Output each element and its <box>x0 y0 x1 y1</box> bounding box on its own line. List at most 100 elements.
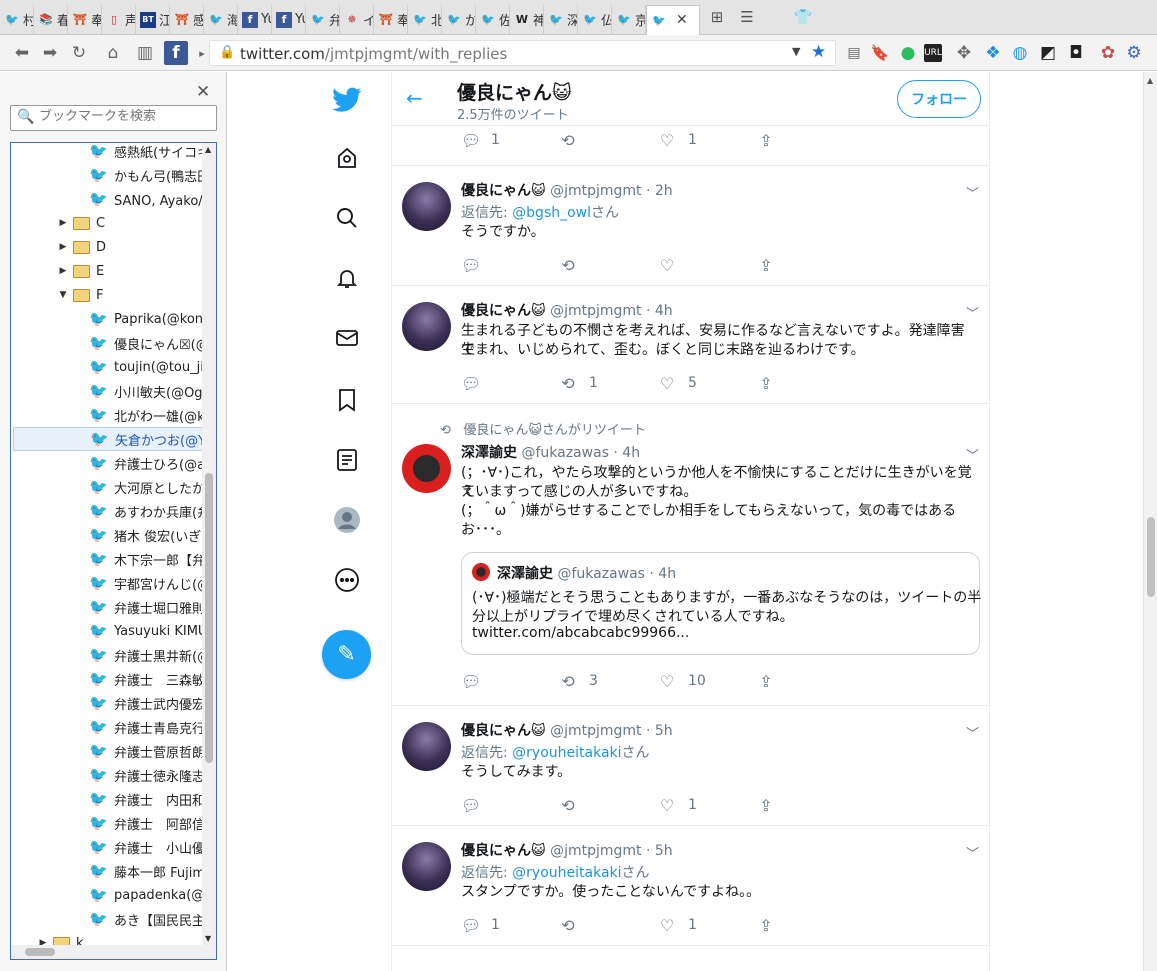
sidebar-vertical-scrollbar[interactable]: ▲ ▼ <box>202 143 216 959</box>
compose-tweet-button[interactable]: ✎ <box>322 630 371 679</box>
reply-button[interactable]: 💬︎ <box>461 254 491 276</box>
tab-11[interactable]: ⛩ 奉納 <box>374 4 408 35</box>
tweet-time[interactable]: · 4h <box>646 303 673 319</box>
expanded-arrow-icon[interactable]: ▼ <box>57 290 69 300</box>
messages-envelope-icon[interactable] <box>321 314 373 362</box>
twitter-logo-icon[interactable] <box>321 76 373 124</box>
reply-button[interactable]: 💬︎ 1 <box>461 914 500 936</box>
bookmark-item[interactable]: 🐦 あすわか兵庫(弁 <box>13 499 203 523</box>
explore-hash-icon[interactable] <box>321 134 373 182</box>
bookmark-search-input[interactable] <box>39 109 209 124</box>
tweet-menu-chevron-icon[interactable]: ﹀ <box>966 843 979 862</box>
tab-16[interactable]: 🐦 深澤 <box>544 4 578 35</box>
retweet-button[interactable]: ⟲ <box>559 254 589 276</box>
avatar[interactable] <box>402 302 451 351</box>
reply-button[interactable]: 💬︎ <box>461 372 491 394</box>
facebook-icon[interactable]: f <box>164 41 188 65</box>
url-text[interactable]: twitter.com/jmtpjmgmt/with_replies <box>240 45 507 63</box>
tweet-item[interactable]: 優良にゃん😺 @jmtpjmgmt · 4h ﹀ 生まれる子どもの不憫さを考えれば、… <box>392 286 989 404</box>
reply-to-link[interactable]: @ryouheitakaki <box>512 745 621 761</box>
avatar[interactable] <box>402 842 451 891</box>
url-shortener-icon[interactable]: URL <box>924 44 942 62</box>
author-handle[interactable]: @jmtpjmgmt <box>550 723 641 739</box>
bookmark-item[interactable]: 🐦 藤本一郎 Fujim <box>13 859 203 883</box>
like-button[interactable]: ♡ 10 <box>658 670 706 692</box>
bookmark-item[interactable]: 🐦 Paprika(@konn <box>13 307 203 331</box>
tab-15[interactable]: W 神山 <box>510 4 544 35</box>
tweet-menu-chevron-icon[interactable]: ﹀ <box>966 723 979 742</box>
like-button[interactable]: ♡ <box>658 254 688 276</box>
shirt-icon[interactable]: 👕 <box>790 4 816 30</box>
author-name[interactable]: 優良にゃん😺 <box>461 303 546 319</box>
lists-icon[interactable] <box>321 436 373 484</box>
bookmark-item[interactable]: 🐦 SANO, Ayako/佐 <box>13 187 203 211</box>
pocket-icon[interactable]: ◩ <box>1036 41 1060 65</box>
bookmark-item[interactable]: 🐦 小川敏夫(@Oga <box>13 379 203 403</box>
page-scroll-thumb[interactable] <box>1147 517 1155 597</box>
reload-icon[interactable]: ↻ <box>67 41 91 65</box>
bookmark-item[interactable]: 🐦 あき【国民民主党 <box>13 907 203 931</box>
retweet-button[interactable]: ⟲ <box>559 129 589 151</box>
back-arrow-icon[interactable]: ⬅ <box>10 41 34 65</box>
move-icon[interactable]: ✥ <box>952 41 976 65</box>
bookmark-item[interactable]: 🐦 矢倉かつお(@Ya <box>13 427 203 451</box>
author-handle[interactable]: @jmtpjmgmt <box>550 183 641 199</box>
tab-10[interactable]: ✵ イタ <box>340 4 374 35</box>
url-bar[interactable]: 🔒 twitter.com/jmtpjmgmt/with_replies ▼ ★ <box>209 40 836 66</box>
bookmark-tree[interactable]: 🐦感熱紙(サイコキ🐦かもん弓(鴨志田🐦SANO, Ayako/佐▶C▶D▶E▼F… <box>10 142 217 960</box>
bookmark-star-icon[interactable]: ★ <box>811 42 826 62</box>
compose-extension-icon[interactable]: ◍ <box>1008 41 1032 65</box>
sidebar-scroll-thumb[interactable] <box>205 473 213 763</box>
share-button[interactable]: ⇪ <box>757 670 787 692</box>
reply-to-link[interactable]: @bgsh_owl <box>512 205 591 221</box>
sidebar-horizontal-scrollbar[interactable] <box>11 945 216 959</box>
bookmark-item[interactable]: 🐦 Yasuyuki KIMU <box>13 619 203 643</box>
tweet-item[interactable]: 優良にゃん😺 @jmtpjmgmt · 5h ﹀ 返信先: @ryouheitaka… <box>392 706 989 826</box>
bookmark-icon[interactable] <box>321 376 373 424</box>
share-button[interactable]: ⇪ <box>757 914 787 936</box>
tweet-menu-chevron-icon[interactable]: ﹀ <box>966 445 979 464</box>
bookmark-item[interactable]: 🐦 弁護士菅原哲朗 <box>13 739 203 763</box>
tab-3[interactable]: ▯ 声明 <box>102 4 136 35</box>
tab-9[interactable]: 🐦 弁護 <box>306 4 340 35</box>
tab-12[interactable]: 🐦 北氏 <box>408 4 442 35</box>
like-button[interactable]: ♡ 1 <box>658 794 697 816</box>
url-dropdown-icon[interactable]: ▼ <box>792 45 800 58</box>
bookmark-item[interactable]: 🐦 弁護士堀口雅則 <box>13 595 203 619</box>
reading-icon[interactable]: ▤ <box>842 41 866 65</box>
tab-active[interactable]: 🐦 ✕ <box>646 4 700 35</box>
bookmark-item[interactable]: 🐦 弁護士徳永隆志 <box>13 763 203 787</box>
close-tab-icon[interactable]: ✕ <box>676 12 688 28</box>
avatar[interactable] <box>402 444 451 493</box>
reply-button[interactable]: 💬︎ <box>461 670 491 692</box>
tab-1[interactable]: 📚 春日 <box>34 4 68 35</box>
bookmark-folder[interactable]: ▶ D <box>13 235 203 259</box>
new-tab-button[interactable]: ⊞ <box>704 4 730 30</box>
bookmark-item[interactable]: 🐦 弁護士武内優宏 <box>13 691 203 715</box>
bookmark-item[interactable]: 🐦 木下宗一郎【弁護 <box>13 547 203 571</box>
evernote-icon[interactable]: ● <box>896 41 920 65</box>
bookmark-item[interactable]: 🐦 大河原としたか( <box>13 475 203 499</box>
share-button[interactable]: ⇪ <box>757 254 787 276</box>
bookmark-item[interactable]: 🐦 感熱紙(サイコキ <box>13 143 203 163</box>
tweet-time[interactable]: · 2h <box>646 183 673 199</box>
retweet-button[interactable]: ⟲ <box>559 794 589 816</box>
collapsed-arrow-icon[interactable]: ▶ <box>57 242 69 252</box>
forward-arrow-icon[interactable]: ➡ <box>38 41 62 65</box>
profile-avatar-icon[interactable] <box>321 496 373 544</box>
bookmark-item[interactable]: 🐦 弁護士 内田和 <box>13 787 203 811</box>
back-arrow-icon[interactable]: ← <box>406 86 423 110</box>
bookmark-item[interactable]: 🐦 かもん弓(鴨志田 <box>13 163 203 187</box>
collapsed-arrow-icon[interactable]: ▶ <box>57 218 69 228</box>
dropbox-icon[interactable]: ❖ <box>981 41 1005 65</box>
author-handle[interactable]: @jmtpjmgmt <box>550 843 641 859</box>
bookmark-item[interactable]: 🐦 弁護士 三森敏 <box>13 667 203 691</box>
tweet-time[interactable]: · 4h <box>613 445 640 461</box>
tweet-item[interactable]: 優良にゃん😺 @jmtpjmgmt · 2h ﹀ 返信先: @bgsh_owlさんそ… <box>392 166 989 286</box>
bookmark-item[interactable]: 🐦 弁護士 阿部信 <box>13 811 203 835</box>
tweet-time[interactable]: · 5h <box>646 843 673 859</box>
search-icon[interactable] <box>321 194 373 242</box>
bookmark-item[interactable]: 🐦 北がわ一雄(@k <box>13 403 203 427</box>
tab-4[interactable]: BT江川 <box>136 4 170 35</box>
tab-14[interactable]: 🐦 佐藤 <box>476 4 510 35</box>
